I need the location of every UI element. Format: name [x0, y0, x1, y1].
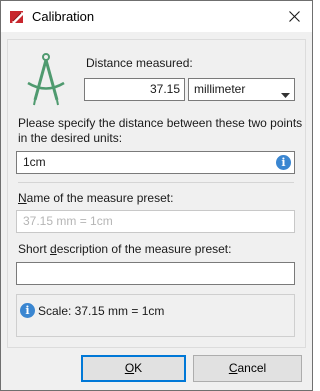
title-bar[interactable]: Calibration	[1, 1, 312, 32]
desired-units-value: 1cm	[23, 155, 46, 169]
window-title: Calibration	[32, 9, 95, 24]
ok-button[interactable]: OK	[81, 355, 186, 382]
chevron-down-icon	[281, 87, 290, 101]
close-icon[interactable]	[277, 1, 312, 32]
preset-name-field[interactable]: 37.15 mm = 1cm	[16, 210, 295, 233]
app-icon	[9, 9, 25, 25]
unit-selected-value: millimeter	[194, 82, 246, 96]
cancel-button[interactable]: Cancel	[193, 355, 302, 382]
distance-value: 37.15	[149, 82, 180, 96]
unit-dropdown[interactable]: millimeter	[188, 78, 295, 101]
preset-name-placeholder: 37.15 mm = 1cm	[23, 214, 113, 228]
settings-panel: Distance measured: 37.15 millimeter Plea…	[7, 39, 306, 348]
distance-value-field[interactable]: 37.15	[84, 78, 185, 101]
scale-text: Scale: 37.15 mm = 1cm	[38, 304, 165, 318]
preset-name-label: Name of the measure preset:	[18, 191, 174, 205]
dialog-body: Distance measured: 37.15 millimeter Plea…	[1, 32, 312, 390]
divider	[18, 182, 294, 183]
scale-info-box: i Scale: 37.15 mm = 1cm	[16, 294, 295, 337]
desired-units-field[interactable]: 1cm i	[16, 151, 295, 174]
calibration-dialog: Calibration Distance measured: 37.15 mil…	[0, 0, 313, 391]
preset-description-field[interactable]	[16, 262, 295, 285]
info-icon[interactable]: i	[276, 155, 291, 170]
specify-label-line1: Please specify the distance between thes…	[18, 116, 303, 130]
distance-label: Distance measured:	[86, 56, 193, 70]
specify-label-line2: in the desired units:	[18, 131, 123, 145]
compass-icon	[24, 52, 68, 108]
info-icon: i	[20, 303, 35, 318]
preset-description-label: Short description of the measure preset:	[18, 242, 232, 256]
